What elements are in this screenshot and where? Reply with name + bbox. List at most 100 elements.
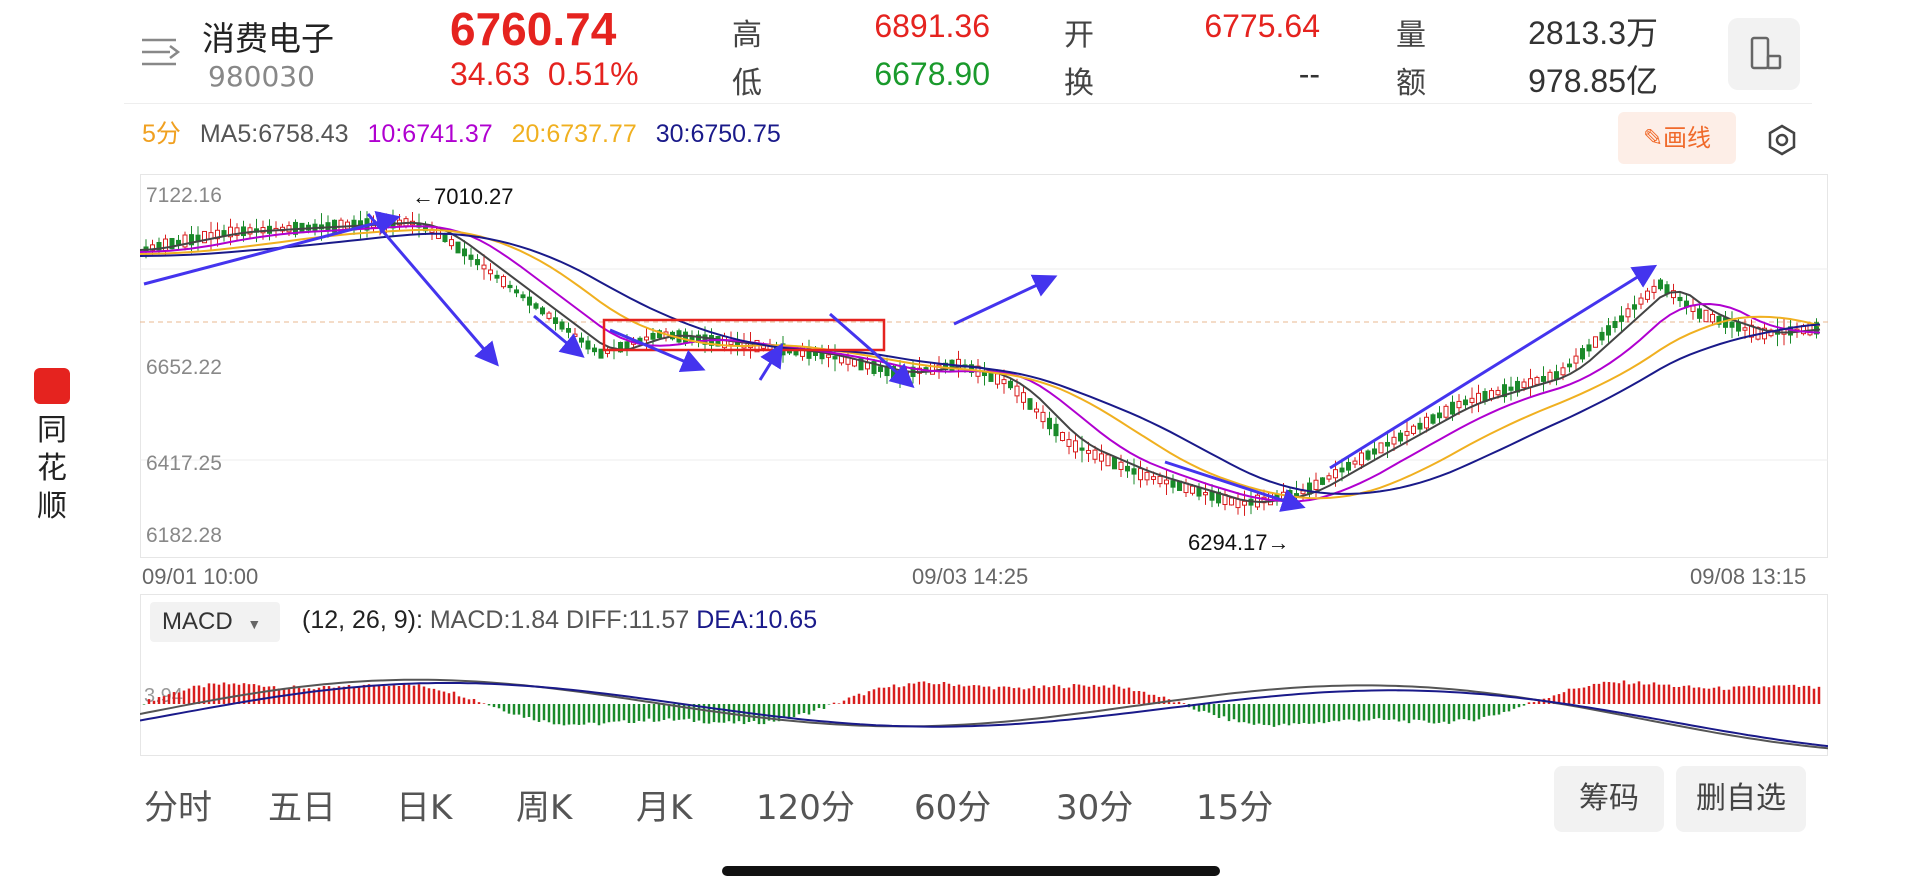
candle-body: [1573, 355, 1579, 364]
settings-icon[interactable]: [1764, 122, 1800, 158]
high-annotation: ←7010.27: [412, 184, 514, 209]
home-indicator[interactable]: [722, 866, 1220, 876]
candle-body: [468, 254, 474, 260]
candle-body: [1729, 321, 1735, 328]
quote-label-low: 低: [732, 66, 762, 101]
candle-body: [1450, 401, 1455, 415]
candle-body: [1619, 315, 1624, 322]
y-tick-label: 7122.16: [146, 184, 222, 207]
candle-body: [1339, 467, 1345, 473]
candle-body: [1229, 497, 1234, 506]
candle-body: [1599, 331, 1605, 341]
candle-body: [1092, 449, 1098, 460]
draw-line-button[interactable]: ✎画线: [1618, 112, 1736, 164]
y-tick-label: 6652.22: [146, 356, 222, 379]
candle-body: [1567, 363, 1572, 368]
candle-body: [1359, 452, 1364, 466]
period-label[interactable]: 5分: [142, 120, 181, 148]
ma5-value: MA5:6758.43: [199, 120, 349, 148]
candle-body: [559, 321, 565, 330]
tab-120min[interactable]: 120分: [756, 780, 855, 829]
candle-body: [1651, 285, 1657, 293]
chips-button[interactable]: 筹码: [1554, 766, 1664, 832]
candle-body: [865, 362, 870, 370]
candle-body: [488, 269, 493, 275]
candle-body: [553, 317, 558, 324]
quote-value-turnover: --: [1298, 56, 1320, 92]
indicator-select[interactable]: MACD ▼: [150, 602, 280, 642]
candle-body: [1313, 479, 1319, 490]
quote-label-open: 开: [1064, 18, 1094, 53]
ma-legend: 5分 MA5:6758.43 10:6741.37 20:6737.77 30:…: [142, 114, 793, 150]
tab-five-day[interactable]: 五日: [268, 780, 336, 829]
rotate-screen-button[interactable]: [1728, 18, 1800, 90]
candle-body: [1131, 468, 1137, 475]
tab-daily[interactable]: 日K: [396, 780, 452, 829]
candle-body: [1014, 385, 1020, 397]
candle-body: [644, 336, 649, 341]
candle-body: [1476, 392, 1481, 405]
change-percent: 0.51%: [547, 56, 639, 92]
candle-body: [1073, 440, 1078, 453]
change-amount: 34.63: [450, 56, 531, 92]
candle-body: [1203, 492, 1208, 496]
candle-body: [826, 354, 831, 358]
tab-30min[interactable]: 30分: [1056, 780, 1133, 829]
candle-body: [1346, 461, 1351, 471]
brand-label: 同花顺: [37, 413, 67, 524]
candle-body: [1034, 408, 1039, 413]
tab-15min[interactable]: 15分: [1196, 780, 1273, 829]
candle-body: [1151, 476, 1156, 480]
candle-body: [507, 284, 513, 289]
candle-body: [1112, 456, 1117, 470]
tab-60min[interactable]: 60分: [914, 780, 991, 829]
candle-body: [1391, 436, 1397, 445]
tab-weekly[interactable]: 周K: [516, 780, 572, 829]
tonghuashun-logo-icon[interactable]: [34, 368, 70, 404]
candle-body: [1528, 378, 1533, 388]
candle-body: [1417, 422, 1423, 430]
candle-body: [1424, 416, 1429, 429]
candle-body: [592, 347, 597, 353]
candle-body: [1612, 321, 1618, 328]
candle-body: [1697, 308, 1702, 319]
candle-body: [624, 341, 630, 349]
candle-body: [1001, 379, 1007, 385]
y-tick-label: 6417.25: [146, 452, 222, 475]
candle-body: [1326, 475, 1332, 480]
candle-body: [1593, 336, 1598, 348]
candle-body: [1437, 412, 1442, 419]
quote-label-turnover: 换: [1064, 66, 1094, 101]
tab-monthly[interactable]: 月K: [636, 780, 692, 829]
macd-params: (12, 26, 9):: [302, 606, 423, 634]
candle-body: [1710, 313, 1715, 323]
chevron-down-icon: ▼: [247, 616, 262, 632]
candle-body: [930, 362, 935, 375]
menu-icon[interactable]: [140, 32, 184, 72]
candle-body: [494, 274, 500, 279]
ma10-value: 10:6741.37: [367, 120, 493, 148]
candle-body: [1723, 317, 1728, 328]
candle-body: [481, 264, 487, 270]
candle-body: [1508, 386, 1514, 391]
price-change: 34.63 0.51%: [450, 56, 639, 93]
remove-watchlist-button[interactable]: 删自选: [1676, 766, 1806, 832]
candle-body: [241, 226, 246, 237]
ma20-value: 20:6737.77: [511, 120, 637, 148]
candle-body: [1378, 442, 1384, 454]
candle-body: [546, 312, 552, 319]
candle-body: [1398, 432, 1403, 442]
last-price: 6760.74: [450, 3, 617, 55]
candle-body: [579, 337, 584, 343]
candle-body: [1190, 485, 1195, 494]
candle-body: [1677, 296, 1683, 302]
candlestick-chart[interactable]: 7122.16 6652.22 6417.25 6182.28 ←7010.27 6294…: [140, 174, 1828, 590]
candle-body: [514, 289, 519, 294]
candle-body: [1027, 398, 1033, 410]
candle-body: [1736, 322, 1741, 332]
tab-intraday[interactable]: 分时: [144, 780, 212, 829]
macd-value: MACD:1.84: [429, 606, 560, 634]
candle-body: [585, 340, 591, 350]
candle-body: [442, 233, 448, 243]
candle-body: [1521, 381, 1527, 389]
